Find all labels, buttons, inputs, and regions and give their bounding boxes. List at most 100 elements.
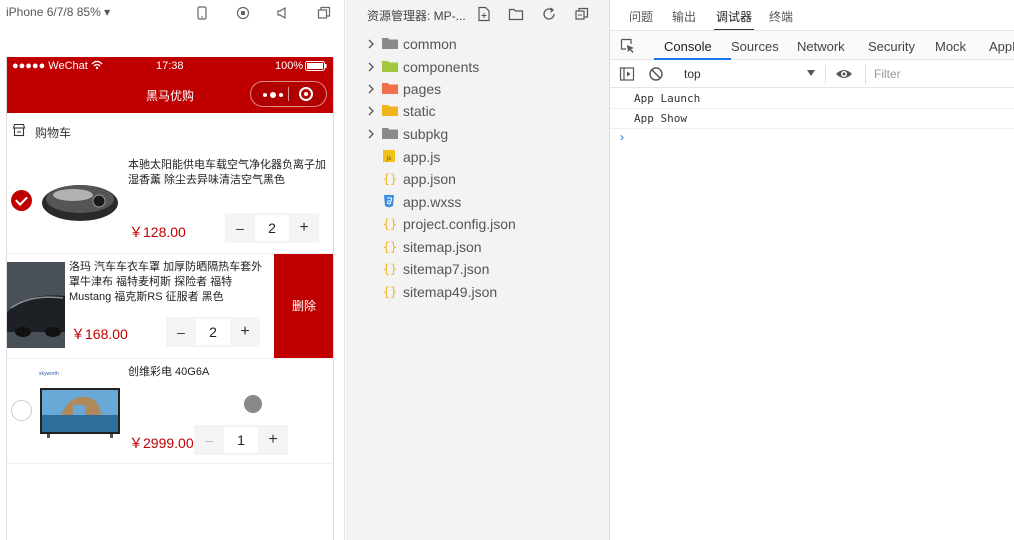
- wifi-icon: [91, 60, 103, 73]
- shop-icon: [12, 123, 26, 137]
- css-file-icon: [382, 194, 398, 209]
- tab-terminal[interactable]: 终端: [769, 8, 793, 25]
- quantity-stepper: – 2 +: [225, 213, 319, 243]
- eye-icon[interactable]: [835, 66, 853, 82]
- tree-item-static[interactable]: static: [346, 100, 609, 122]
- tab-mock[interactable]: Mock: [935, 39, 966, 54]
- collapse-all-icon[interactable]: [574, 6, 590, 22]
- cart-header: 购物车: [7, 121, 333, 141]
- increase-button[interactable]: +: [258, 425, 288, 455]
- tab-sources[interactable]: Sources: [731, 39, 779, 54]
- filter-input[interactable]: [865, 64, 1014, 84]
- item-checkbox[interactable]: [11, 190, 32, 211]
- tree-item-label: sitemap.json: [403, 239, 482, 255]
- quantity-stepper: – 1 +: [194, 425, 288, 455]
- tab-debugger[interactable]: 调试器: [713, 8, 755, 31]
- tree-item-app-wxss[interactable]: app.wxss: [346, 191, 609, 213]
- new-folder-icon[interactable]: [508, 6, 524, 22]
- svg-text:{}: {}: [383, 240, 397, 253]
- simulator-toolbar: iPhone 6/7/8 85% ▾: [0, 0, 345, 28]
- tree-item-app-json[interactable]: {} app.json: [346, 168, 609, 190]
- context-value: top: [684, 67, 701, 81]
- inspect-element-icon[interactable]: [620, 38, 636, 54]
- capsule-divider: [288, 87, 289, 101]
- product-image[interactable]: skyworth: [39, 371, 121, 445]
- decrease-button[interactable]: –: [194, 425, 224, 455]
- json-file-icon: {}: [382, 216, 398, 231]
- tree-item-label: common: [403, 36, 457, 52]
- simulator-panel: iPhone 6/7/8 85% ▾ ●●●●● WeChat 17:38 10…: [0, 0, 345, 540]
- chevron-right-icon: [366, 104, 376, 116]
- volume-icon[interactable]: [276, 6, 290, 20]
- product-image[interactable]: [39, 169, 121, 229]
- svg-text:{}: {}: [383, 285, 397, 298]
- dropdown-arrow-icon: [807, 70, 815, 76]
- tree-item-project-config-json[interactable]: {} project.config.json: [346, 213, 609, 235]
- product-name: 本驰太阳能供电车载空气净化器负离子加湿香薰 除尘去异味清洁空气黑色: [128, 159, 326, 186]
- toolbar-divider: [825, 65, 826, 83]
- menu-capsule: [250, 81, 327, 107]
- phone-icon[interactable]: [195, 6, 209, 20]
- json-file-icon: {}: [382, 284, 398, 299]
- tree-item-label: app.wxss: [403, 194, 462, 210]
- json-file-icon: {}: [382, 171, 398, 186]
- tab-problems[interactable]: 问题: [629, 8, 653, 25]
- tree-item-sitemap-json[interactable]: {} sitemap.json: [346, 236, 609, 258]
- tree-item-app-js[interactable]: js app.js: [346, 146, 609, 168]
- carrier: ●●●●● WeChat: [12, 60, 88, 72]
- battery-icon: [305, 61, 327, 74]
- tab-console[interactable]: Console: [664, 39, 712, 54]
- context-select[interactable]: top: [676, 63, 821, 85]
- tree-item-label: sitemap7.json: [403, 261, 490, 277]
- tab-appdata[interactable]: AppD: [989, 39, 1014, 54]
- quantity-value[interactable]: 2: [196, 319, 230, 345]
- record-icon[interactable]: [236, 6, 250, 20]
- decrease-button[interactable]: –: [225, 213, 255, 243]
- tree-item-label: components: [403, 59, 480, 75]
- close-miniprogram-icon[interactable]: [299, 87, 313, 101]
- folder-icon: [382, 59, 398, 74]
- chevron-right-icon: [366, 37, 376, 49]
- clock: 17:38: [156, 60, 184, 72]
- device-select[interactable]: iPhone 6/7/8 85% ▾: [6, 5, 110, 19]
- tree-item-label: static: [403, 103, 436, 119]
- chevron-right-icon: [366, 82, 376, 94]
- refresh-icon[interactable]: [541, 6, 557, 22]
- tree-item-subpkg[interactable]: subpkg: [346, 123, 609, 145]
- cart-item: 本驰太阳能供电车载空气净化器负离子加湿香薰 除尘去异味清洁空气黑色 ￥128.0…: [7, 149, 333, 253]
- file-explorer: 资源管理器: MP-... common components pages st…: [346, 0, 609, 540]
- decrease-button[interactable]: –: [166, 317, 196, 347]
- chevron-right-icon: [366, 127, 376, 139]
- tab-security[interactable]: Security: [868, 39, 915, 54]
- quantity-value[interactable]: 1: [224, 427, 258, 453]
- tree-item-common[interactable]: common: [346, 33, 609, 55]
- delete-button[interactable]: 删除: [274, 254, 333, 358]
- tab-network[interactable]: Network: [797, 39, 845, 54]
- quantity-stepper: – 2 +: [166, 317, 260, 347]
- item-checkbox[interactable]: [11, 400, 32, 421]
- quantity-value[interactable]: 2: [255, 215, 289, 241]
- tree-item-pages[interactable]: pages: [346, 78, 609, 100]
- console-log-line: App Launch: [610, 89, 1014, 109]
- more-icon[interactable]: [261, 87, 285, 101]
- clear-console-icon[interactable]: [648, 66, 664, 82]
- sidebar-toggle-icon[interactable]: [619, 66, 635, 82]
- tree-item-sitemap49-json[interactable]: {} sitemap49.json: [346, 281, 609, 303]
- product-price: ￥168.00: [71, 326, 128, 342]
- chevron-right-icon: [366, 60, 376, 72]
- tab-output[interactable]: 输出: [672, 8, 696, 25]
- new-file-icon[interactable]: [476, 6, 492, 22]
- tree-item-components[interactable]: components: [346, 56, 609, 78]
- devtools-panel: 问题 输出 调试器 终端 Console Sources Network Sec…: [609, 0, 1014, 540]
- tree-item-sitemap7-json[interactable]: {} sitemap7.json: [346, 258, 609, 280]
- increase-button[interactable]: +: [289, 213, 319, 243]
- tree-item-label: subpkg: [403, 126, 449, 142]
- folder-icon: [382, 36, 398, 51]
- product-price: ￥128.00: [129, 224, 186, 240]
- folder-icon: [382, 103, 398, 118]
- tree-item-label: pages: [403, 81, 442, 97]
- window-icon[interactable]: [317, 6, 331, 20]
- console-prompt[interactable]: ›: [620, 130, 624, 144]
- product-image[interactable]: [7, 262, 65, 348]
- increase-button[interactable]: +: [230, 317, 260, 347]
